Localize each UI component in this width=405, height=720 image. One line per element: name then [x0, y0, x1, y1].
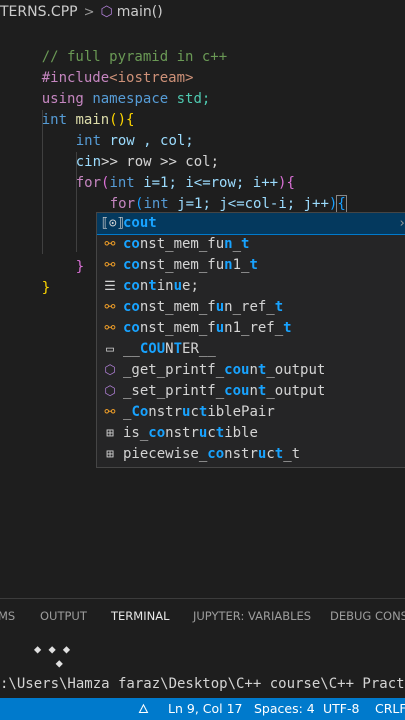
suggestion-item[interactable]: ⚯ const_mem_fun1_t	[97, 255, 405, 276]
status-bar: 🜂 Ln 9, Col 17 Spaces: 4 UTF-8 CRLF	[0, 698, 405, 720]
tab-jupyter-variables[interactable]: JUPYTER: VARIABLES	[193, 599, 311, 633]
cursor-position[interactable]: Ln 9, Col 17	[168, 698, 243, 720]
variable-icon: ⟦⊙⟧	[101, 216, 125, 231]
method-icon: ⬡	[104, 363, 116, 378]
code-line-8: for(int j=1; j<=col-i; j++){	[109, 195, 347, 213]
struct-icon: ⊞	[106, 447, 114, 462]
code-line-12: }	[41, 280, 51, 296]
suggestion-item[interactable]: ▭ __COUNTER__	[97, 339, 405, 360]
line-ending[interactable]: CRLF	[375, 698, 405, 720]
breadcrumb-separator: >	[83, 4, 95, 20]
details-chevron-icon[interactable]: ›	[398, 213, 405, 234]
keyword-icon: ☰	[104, 279, 116, 294]
code-line-11: }	[75, 259, 85, 275]
breadcrumb-file[interactable]: TERNS.CPP	[0, 4, 78, 20]
code-line-6: cin>> row >> col;	[75, 154, 220, 170]
method-icon: ⬡	[104, 384, 116, 399]
class-icon: ⚯	[104, 321, 116, 336]
class-icon: ⚯	[104, 258, 116, 273]
suggestion-item[interactable]: ⟦⊙⟧ cout ›	[97, 213, 405, 235]
suggestion-item[interactable]: ⚯ const_mem_fun_ref_t	[97, 297, 405, 318]
terminal[interactable]: ◆ ◆ ◆ ◆ :\Users\Hamza faraz\Desktop\C++ …	[0, 632, 405, 698]
tab-terminal[interactable]: TERMINAL	[111, 599, 170, 633]
panel-tabs: MS OUTPUT TERMINAL JUPYTER: VARIABLES DE…	[0, 598, 405, 633]
loading-diamonds-icon: ◆ ◆ ◆ ◆	[34, 642, 71, 670]
code-line-1: // full pyramid in c++	[41, 49, 228, 65]
class-icon: ⚯	[104, 405, 116, 420]
code-line-3: using namespace std;	[41, 91, 211, 107]
suggestion-item[interactable]: ⊞ is_constructible	[97, 423, 405, 444]
suggestion-item[interactable]: ⚯ const_mem_fun_t	[97, 234, 405, 255]
suggestion-widget[interactable]: ⟦⊙⟧ cout › ⚯ const_mem_fun_t ⚯ const_mem…	[96, 212, 405, 468]
terminal-prompt: :\Users\Hamza faraz\Desktop\C++ course\C…	[0, 676, 405, 692]
suggestion-item[interactable]: ⚯ const_mem_fun1_ref_t	[97, 318, 405, 339]
flame-icon[interactable]: 🜂	[138, 698, 149, 720]
code-line-5: int row , col;	[75, 133, 194, 149]
suggestion-item[interactable]: ⊞ piecewise_construct_t	[97, 444, 405, 465]
text-icon: ▭	[106, 342, 114, 357]
suggestion-item[interactable]: ⬡ _get_printf_count_output	[97, 360, 405, 381]
cube-icon: ⬡	[100, 4, 113, 20]
tab-debug-console[interactable]: DEBUG CONSO	[330, 599, 405, 633]
tab-output[interactable]: OUTPUT	[40, 599, 87, 633]
indentation[interactable]: Spaces: 4	[254, 698, 315, 720]
class-icon: ⚯	[104, 300, 116, 315]
class-icon: ⚯	[104, 237, 116, 252]
matched-bracket: {	[336, 195, 347, 213]
struct-icon: ⊞	[106, 426, 114, 441]
suggestion-item[interactable]: ☰ continue;	[97, 276, 405, 297]
suggestion-item[interactable]: ⚯ _ConstructiblePair	[97, 402, 405, 423]
tab-problems[interactable]: MS	[0, 599, 15, 633]
code-line-7: for(int i=1; i<=row; i++){	[75, 175, 295, 191]
code-line-4: int main(){	[41, 112, 135, 128]
encoding[interactable]: UTF-8	[323, 698, 359, 720]
breadcrumb: TERNS.CPP > ⬡ main()	[0, 0, 405, 24]
suggestion-item[interactable]: ⬡ _set_printf_count_output	[97, 381, 405, 402]
code-line-2: #include<iostream>	[41, 70, 194, 86]
breadcrumb-symbol[interactable]: main()	[117, 4, 163, 20]
